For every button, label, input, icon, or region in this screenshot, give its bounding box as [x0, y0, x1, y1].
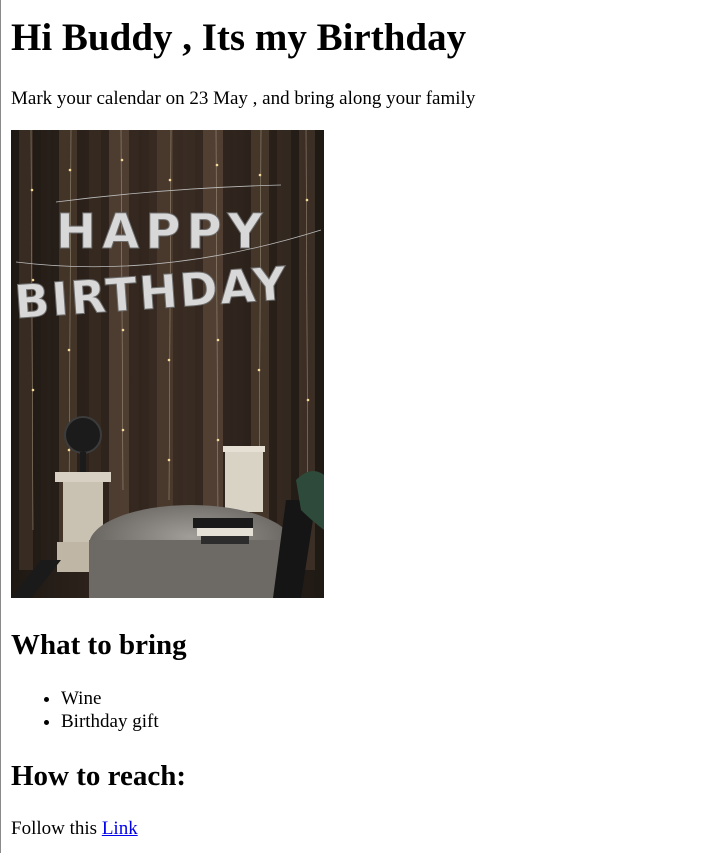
- how-to-reach-heading: How to reach:: [11, 760, 187, 792]
- page-title: Hi Buddy , Its my Birthday: [11, 16, 467, 59]
- column-candle: [223, 446, 265, 512]
- follow-text: Follow this: [11, 818, 102, 839]
- list-item: Birthday gift: [61, 710, 159, 733]
- list-item: Wine: [61, 687, 159, 710]
- balloon-happy: HAPPY: [56, 204, 268, 260]
- bring-list: Wine Birthday gift: [11, 687, 159, 733]
- birthday-photo: HAPPY BIRTHDAY: [11, 130, 324, 598]
- books-on-ottoman: [193, 518, 253, 544]
- directions-link[interactable]: Link: [102, 818, 138, 839]
- what-to-bring-heading: What to bring: [11, 629, 187, 661]
- directions-paragraph: Follow this Link: [11, 817, 138, 841]
- invitation-text: Mark your calendar on 23 May , and bring…: [11, 88, 476, 109]
- left-border: [0, 0, 1, 853]
